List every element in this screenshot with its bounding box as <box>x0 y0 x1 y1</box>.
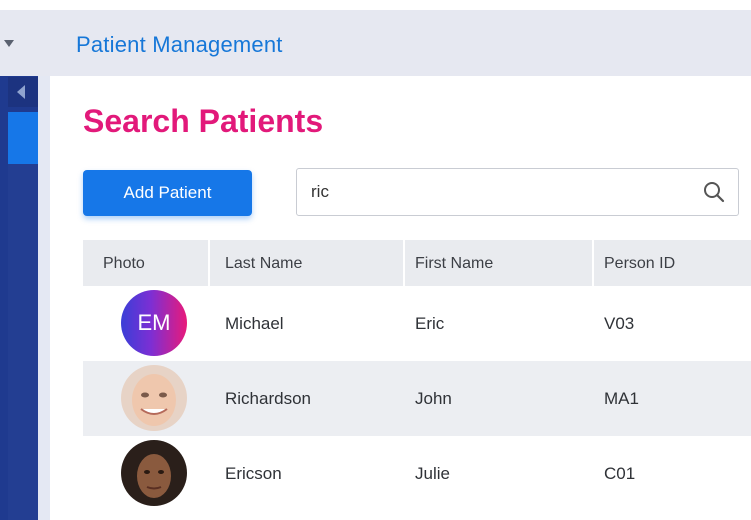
app-title: Patient Management <box>76 32 283 57</box>
add-patient-button[interactable]: Add Patient <box>83 170 252 216</box>
sidebar-menu <box>8 164 38 520</box>
search-box[interactable] <box>296 168 739 216</box>
avatar: EM <box>121 290 187 356</box>
avatar-photo <box>121 365 187 431</box>
column-divider <box>592 240 594 286</box>
patients-table: Photo Last Name First Name Person ID EM … <box>83 240 751 511</box>
table-row[interactable]: Ericson Julie C01 <box>83 436 751 511</box>
column-header-photo[interactable]: Photo <box>103 255 145 273</box>
cell-person-id: V03 <box>604 314 635 333</box>
cell-first-name: Julie <box>415 464 450 483</box>
cell-last-name: Ericson <box>225 464 282 483</box>
search-icon[interactable] <box>702 180 726 204</box>
collapse-arrow-icon <box>17 85 25 99</box>
column-header-last-name[interactable]: Last Name <box>225 255 302 273</box>
cell-first-name: John <box>415 389 452 408</box>
cell-last-name: Richardson <box>225 389 311 408</box>
avatar-photo <box>121 440 187 506</box>
page-title: Search Patients <box>83 103 324 139</box>
sidebar-item-active[interactable] <box>8 112 38 164</box>
cell-person-id: MA1 <box>604 389 639 408</box>
top-strip <box>0 0 751 10</box>
sidebar-divider <box>38 76 50 520</box>
cell-first-name: Eric <box>415 314 445 333</box>
caret-down-icon[interactable] <box>4 40 14 47</box>
search-input[interactable] <box>311 181 691 203</box>
app-header: Patient Management <box>0 10 751 76</box>
cell-last-name: Michael <box>225 314 284 333</box>
column-header-person-id[interactable]: Person ID <box>604 255 675 273</box>
table-header: Photo Last Name First Name Person ID <box>83 240 751 286</box>
cell-person-id: C01 <box>604 464 636 483</box>
column-header-first-name[interactable]: First Name <box>415 255 493 273</box>
column-divider <box>208 240 210 286</box>
table-row[interactable]: Richardson John MA1 <box>83 361 751 436</box>
table-row[interactable]: EM Michael Eric V03 <box>83 286 751 361</box>
sidebar-collapse-button[interactable] <box>8 77 38 107</box>
column-divider <box>403 240 405 286</box>
